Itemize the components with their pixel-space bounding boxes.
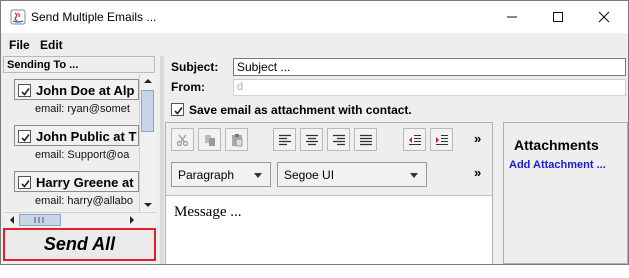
chevron-down-icon xyxy=(410,173,418,178)
message-body[interactable]: Message ... xyxy=(166,196,492,264)
indent-button[interactable] xyxy=(430,128,453,151)
recipients-header: Sending To ... xyxy=(3,56,155,73)
attachments-panel: Attachments Add Attachment ... xyxy=(503,122,628,264)
maximize-icon xyxy=(553,12,563,22)
attachments-title: Attachments xyxy=(514,137,599,153)
outdent-icon xyxy=(408,134,421,145)
scissors-icon xyxy=(176,134,188,146)
close-icon xyxy=(598,11,610,23)
vertical-scroll-thumb[interactable] xyxy=(141,90,154,132)
outdent-button[interactable] xyxy=(403,128,426,151)
cut-button[interactable] xyxy=(171,128,194,151)
scroll-left-icon xyxy=(10,216,14,224)
contact-header: John Doe at Alp xyxy=(14,79,139,100)
pane-divider[interactable] xyxy=(160,56,164,264)
paragraph-style-value: Paragraph xyxy=(178,168,235,182)
contact-header: John Public at T xyxy=(14,125,139,146)
compose-pane: Subject: Subject ... From: d Save email … xyxy=(165,56,628,264)
font-family-value: Segoe UI xyxy=(284,168,335,182)
contact-name: Harry Greene at xyxy=(36,175,134,190)
font-family-select[interactable]: Segoe UI xyxy=(277,162,427,187)
align-justify-icon xyxy=(359,134,372,145)
toolbar2-overflow-button[interactable]: » xyxy=(474,165,481,180)
scroll-right-icon xyxy=(130,216,134,224)
contact-checkbox[interactable] xyxy=(18,176,31,189)
checkmark-icon xyxy=(21,134,30,142)
indent-icon xyxy=(435,134,448,145)
add-attachment-link[interactable]: Add Attachment ... xyxy=(509,159,606,171)
title-bar: Send Multiple Emails ... xyxy=(1,1,628,33)
align-right-icon xyxy=(332,134,345,145)
contact-email: email: harry@allabo xyxy=(35,195,133,207)
contact-name: John Doe at Alp xyxy=(36,83,135,98)
checkmark-icon xyxy=(21,180,30,188)
menu-edit[interactable]: Edit xyxy=(40,38,63,52)
java-app-icon xyxy=(10,9,26,25)
recipients-viewport: John Doe at Alp email: ryan@somet John P… xyxy=(5,74,139,212)
copy-icon xyxy=(204,134,215,146)
contact-item: Harry Greene at email: harry@allabo xyxy=(14,171,139,212)
align-left-icon xyxy=(278,134,291,145)
paste-button[interactable] xyxy=(225,128,248,151)
send-emails-window: Send Multiple Emails ... File Edit Sendi… xyxy=(0,0,629,265)
contact-item: John Doe at Alp email: ryan@somet xyxy=(14,79,139,121)
subject-label: Subject: xyxy=(171,60,219,74)
minimize-button[interactable] xyxy=(489,1,535,33)
horizontal-scroll-thumb[interactable] xyxy=(19,214,61,226)
scroll-up-icon xyxy=(144,79,152,83)
checkmark-icon xyxy=(21,88,30,96)
contact-email: email: Support@oa xyxy=(35,149,130,161)
from-label: From: xyxy=(171,80,205,94)
checkmark-icon xyxy=(174,107,183,115)
justify-button[interactable] xyxy=(354,128,377,151)
html-editor: » Paragraph Segoe UI » Message ... xyxy=(165,122,493,264)
toolbar-overflow-button[interactable]: » xyxy=(474,131,481,146)
chevron-down-icon xyxy=(254,173,262,178)
contact-email: email: ryan@somet xyxy=(35,103,130,115)
copy-button[interactable] xyxy=(198,128,221,151)
from-input[interactable]: d xyxy=(233,79,626,96)
paste-icon xyxy=(231,133,242,146)
contact-name: John Public at T xyxy=(36,129,137,144)
contact-header: Harry Greene at xyxy=(14,171,139,192)
menu-bar: File Edit xyxy=(1,33,628,55)
grip-icon xyxy=(34,217,44,223)
contact-item: John Public at T email: Support@oa xyxy=(14,125,139,167)
menu-file[interactable]: File xyxy=(9,38,30,52)
maximize-button[interactable] xyxy=(535,1,581,33)
contact-checkbox[interactable] xyxy=(18,130,31,143)
window-title: Send Multiple Emails ... xyxy=(31,10,157,24)
align-left-button[interactable] xyxy=(273,128,296,151)
align-center-icon xyxy=(305,134,318,145)
recipients-vertical-scrollbar[interactable] xyxy=(139,74,155,212)
paragraph-style-select[interactable]: Paragraph xyxy=(171,162,271,187)
close-button[interactable] xyxy=(581,1,627,33)
scroll-down-icon xyxy=(144,203,152,207)
recipients-horizontal-scrollbar[interactable] xyxy=(5,212,155,226)
align-center-button[interactable] xyxy=(300,128,323,151)
minimize-icon xyxy=(507,16,517,18)
save-attachment-checkbox[interactable] xyxy=(171,103,184,116)
align-right-button[interactable] xyxy=(327,128,350,151)
contact-checkbox[interactable] xyxy=(18,84,31,97)
subject-input[interactable]: Subject ... xyxy=(233,58,626,76)
send-all-button[interactable]: Send All xyxy=(3,228,156,261)
save-attachment-label: Save email as attachment with contact. xyxy=(189,103,412,117)
